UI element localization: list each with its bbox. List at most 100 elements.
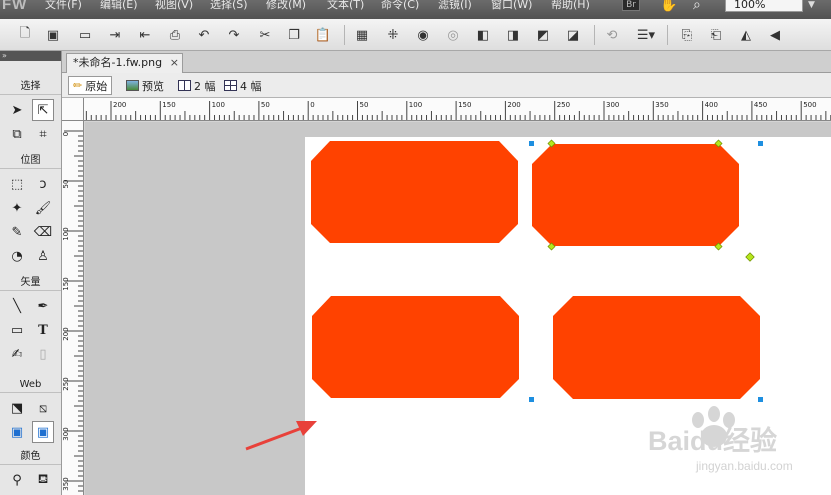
menu-view[interactable]: 视图(V) <box>155 0 193 12</box>
scale-tool-icon[interactable]: ⧉ <box>6 123 28 145</box>
menu-commands[interactable]: 命令(C) <box>381 0 419 12</box>
view-2up-label: 2 幅 <box>194 79 216 93</box>
cut-icon[interactable]: ✂ <box>256 26 274 44</box>
menu-text[interactable]: 文本(T) <box>327 0 364 12</box>
flip-vertical-icon[interactable]: ◀ <box>766 26 784 44</box>
section-select: 选择 <box>0 79 61 95</box>
blur-tool-icon[interactable]: ◔ <box>6 245 28 267</box>
section-colors: 颜色 <box>0 449 61 465</box>
save-icon[interactable]: ▣ <box>44 26 62 44</box>
shape-bottom-right[interactable] <box>553 296 760 399</box>
vertical-ruler[interactable]: 0 50 100 150 200 250 300 350 <box>62 121 84 495</box>
ruler-label: 50 <box>261 101 270 109</box>
handle-blue-top-right[interactable] <box>758 141 763 146</box>
send-back-icon[interactable]: ◪ <box>564 26 582 44</box>
ruler-label: 150 <box>62 277 70 290</box>
watermark-url: jingyan.baidu.com <box>695 459 793 473</box>
rectangle-tool-icon[interactable]: ▭ <box>6 319 28 341</box>
bridge-button[interactable]: Br <box>622 0 640 11</box>
view-preview-button[interactable]: 预览 <box>122 76 168 95</box>
text-tool-icon[interactable]: T <box>32 319 54 341</box>
view-2up-button[interactable]: 2 幅 <box>174 76 220 95</box>
view-original-button[interactable]: ✏ 原始 <box>68 76 113 95</box>
bring-front-icon[interactable]: ◧ <box>474 26 492 44</box>
horizontal-ruler[interactable]: 200 150 100 50 0 50 100 150 200 250 300 350 400 450 50… <box>84 98 831 121</box>
section-vector: 矢量 <box>0 275 61 291</box>
show-slices-icon[interactable]: ▣ <box>32 421 54 443</box>
zoom-level-select[interactable]: 100% <box>725 0 803 12</box>
brush-tool-icon[interactable]: 🖌 <box>32 197 54 219</box>
ruler-label: 150 <box>162 101 175 109</box>
paste-icon[interactable]: 📋 <box>314 26 332 44</box>
shape-top-right[interactable] <box>532 144 739 246</box>
stamp-tool-icon[interactable]: ♙ <box>32 245 54 267</box>
ruler-label: 450 <box>754 101 767 109</box>
menu-filters[interactable]: 滤镜(I) <box>438 0 472 12</box>
send-backward-icon[interactable]: ◩ <box>534 26 552 44</box>
open-icon[interactable]: ▭ <box>76 26 94 44</box>
close-icon[interactable]: × <box>170 54 179 72</box>
annotation-arrow <box>245 421 317 451</box>
ruler-label: 400 <box>705 101 718 109</box>
menu-window[interactable]: 窗口(W) <box>491 0 532 12</box>
crop-tool-icon[interactable]: ⌗ <box>32 123 54 145</box>
two-up-icon <box>178 80 191 91</box>
zoom-icon[interactable]: ⌕ <box>693 0 701 13</box>
marquee-tool-icon[interactable]: ⬚ <box>6 173 28 195</box>
pencil-tool-icon[interactable]: ✎ <box>6 221 28 243</box>
ruler-label: 100 <box>62 227 70 240</box>
group-icon[interactable]: ▦ <box>353 26 371 44</box>
eraser-tool-icon[interactable]: ⌫ <box>32 221 54 243</box>
symbol-icon[interactable]: ⎘ <box>678 26 696 44</box>
menu-help[interactable]: 帮助(H) <box>551 0 590 12</box>
ruler-label: 0 <box>310 101 314 109</box>
hide-slices-icon[interactable]: ▣ <box>6 421 28 443</box>
document-tab[interactable]: *未命名-1.fw.png × <box>66 53 183 73</box>
subselect-tool-icon[interactable]: ⇱ <box>32 99 54 121</box>
redo-icon[interactable]: ↷ <box>225 26 243 44</box>
split-icon[interactable]: ◎ <box>444 26 462 44</box>
hotspot-tool-icon[interactable]: ⬔ <box>6 397 28 419</box>
export-icon[interactable]: ⇤ <box>136 26 154 44</box>
ruler-label: 50 <box>62 180 70 189</box>
knife-tool-icon[interactable]: ▯ <box>32 343 54 365</box>
menu-bar: FW 文件(F) 编辑(E) 视图(V) 选择(S) 修改(M) 文本(T) 命… <box>0 0 831 19</box>
slice-tool-icon[interactable]: ⧅ <box>32 397 54 419</box>
export-area-icon[interactable]: ⎗ <box>707 26 725 44</box>
undo-icon[interactable]: ↶ <box>195 26 213 44</box>
line-tool-icon[interactable]: ╲ <box>6 295 28 317</box>
paint-bucket-icon[interactable]: ⛾ <box>32 469 54 491</box>
panel-grip[interactable]: » <box>0 51 61 61</box>
rotate-icon[interactable]: ⟲ <box>603 26 621 44</box>
menu-modify[interactable]: 修改(M) <box>266 0 306 12</box>
menu-file[interactable]: 文件(F) <box>45 0 82 12</box>
align-icon[interactable]: ☰▾ <box>633 26 659 44</box>
chevron-down-icon[interactable]: ▼ <box>808 0 826 12</box>
ruler-corner <box>62 98 84 121</box>
ungroup-icon[interactable]: ⁜ <box>384 26 402 44</box>
handle-blue-top-left[interactable] <box>529 141 534 146</box>
magic-wand-icon[interactable]: ✦ <box>6 197 28 219</box>
shape-top-left[interactable] <box>311 141 518 243</box>
menu-edit[interactable]: 编辑(E) <box>100 0 138 12</box>
rotation-handle[interactable] <box>745 252 755 262</box>
import-icon[interactable]: ⇥ <box>106 26 124 44</box>
pen-tool-icon[interactable]: ✒ <box>32 295 54 317</box>
print-icon[interactable]: ⎙ <box>166 26 184 44</box>
lasso-tool-icon[interactable]: ↄ <box>32 173 54 195</box>
view-4up-button[interactable]: 4 幅 <box>220 76 266 95</box>
join-icon[interactable]: ◉ <box>414 26 432 44</box>
hand-icon[interactable]: ✋ <box>660 0 677 13</box>
pointer-tool-icon[interactable]: ➤ <box>6 99 28 121</box>
new-icon[interactable]: 🗋 <box>16 26 34 44</box>
shape-bottom-left[interactable] <box>312 296 519 398</box>
view-4up-label: 4 幅 <box>240 79 262 93</box>
bring-forward-icon[interactable]: ◨ <box>504 26 522 44</box>
view-bar: ✏ 原始 预览 2 幅 4 幅 <box>62 73 831 98</box>
copy-icon[interactable]: ❐ <box>285 26 303 44</box>
freeform-tool-icon[interactable]: ✍ <box>6 343 28 365</box>
eyedropper-tool-icon[interactable]: ⚲ <box>6 469 28 491</box>
menu-select[interactable]: 选择(S) <box>210 0 248 12</box>
handle-blue-bottom-left[interactable] <box>529 397 534 402</box>
flip-horizontal-icon[interactable]: ◭ <box>737 26 755 44</box>
